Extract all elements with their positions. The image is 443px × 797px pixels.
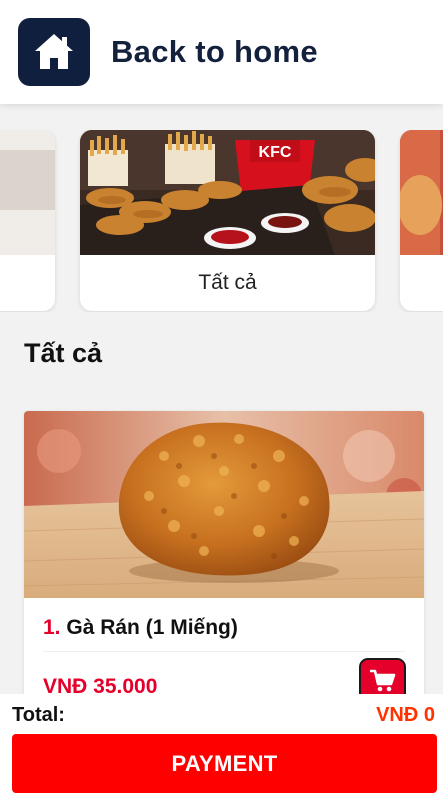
total-label: Total: — [12, 704, 65, 726]
category-card-all[interactable]: KFC Tất cả — [80, 130, 375, 311]
home-button[interactable] — [18, 18, 90, 86]
checkout-bar: Total: VNĐ 0 PAYMENT — [0, 694, 443, 797]
category-image — [400, 130, 443, 255]
svg-text:KFC: KFC — [259, 144, 292, 161]
product-name: 1. Gà Rán (1 Miếng) — [43, 616, 238, 640]
category-carousel[interactable]: KFC Tất cả — [0, 130, 443, 312]
category-label — [0, 255, 55, 311]
category-card-prev[interactable] — [0, 130, 55, 311]
total-value: VNĐ 0 — [376, 704, 435, 726]
product-title: Gà Rán (1 Miếng) — [66, 616, 238, 639]
cart-icon — [369, 669, 395, 692]
section-title: Tất cả — [24, 338, 103, 368]
product-image — [24, 411, 424, 598]
divider — [43, 651, 405, 652]
back-to-home-link[interactable]: Back to home — [111, 34, 318, 70]
product-card[interactable]: 1. Gà Rán (1 Miếng) VNĐ 35.000 — [24, 411, 424, 731]
category-image: KFC — [80, 130, 375, 255]
category-label: Tất cả — [198, 271, 257, 294]
category-label — [400, 255, 443, 311]
category-image — [0, 130, 55, 255]
category-card-next[interactable] — [400, 130, 443, 311]
home-icon — [35, 34, 73, 69]
product-index: 1. — [43, 616, 61, 639]
payment-button[interactable]: PAYMENT — [12, 734, 437, 793]
header: Back to home — [0, 0, 443, 104]
